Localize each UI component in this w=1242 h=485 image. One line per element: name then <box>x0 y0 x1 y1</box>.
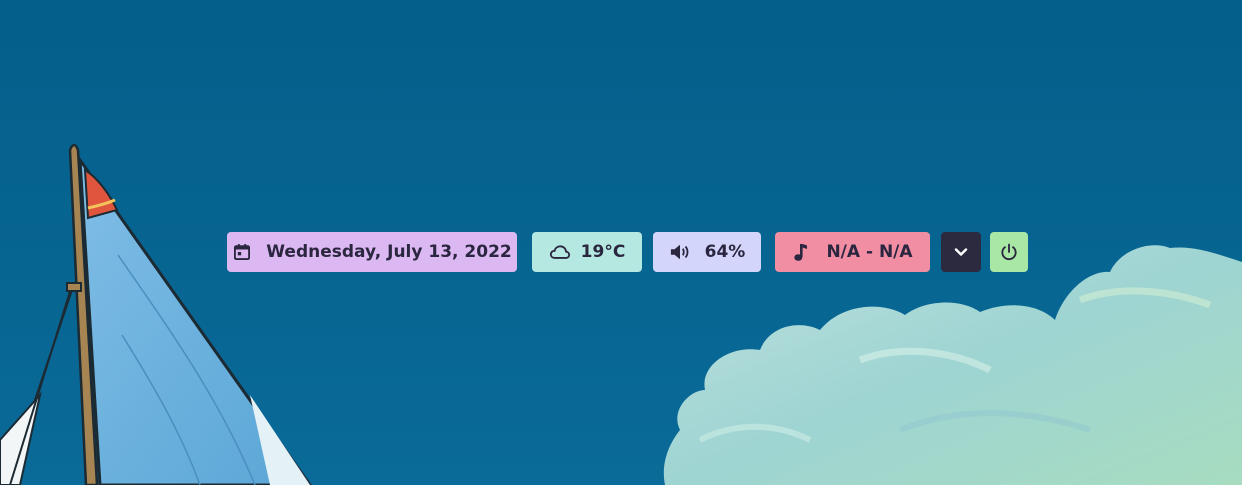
power-button[interactable] <box>990 232 1028 272</box>
calendar-icon <box>232 242 252 262</box>
date-label: Wednesday, July 13, 2022 <box>266 242 512 262</box>
music-label: N/A - N/A <box>826 242 913 262</box>
expand-button[interactable] <box>941 232 981 272</box>
date-widget[interactable]: Wednesday, July 13, 2022 <box>227 232 517 272</box>
chevron-down-icon <box>954 247 968 257</box>
weather-widget[interactable]: 19°C <box>532 232 642 272</box>
volume-label: 64% <box>704 242 746 262</box>
status-bar: Wednesday, July 13, 2022 19°C 64% N/A - … <box>0 232 1242 272</box>
music-widget[interactable]: N/A - N/A <box>775 232 930 272</box>
volume-widget[interactable]: 64% <box>653 232 761 272</box>
speaker-icon <box>669 242 691 262</box>
temperature-label: 19°C <box>580 242 626 262</box>
music-note-icon <box>792 242 808 262</box>
cloud-icon <box>549 243 571 261</box>
power-icon <box>999 242 1019 262</box>
